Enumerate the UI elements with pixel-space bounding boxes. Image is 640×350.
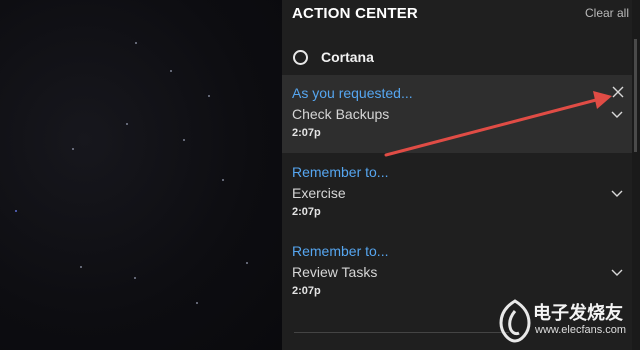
notification-time: 2:07p [292, 127, 321, 139]
star [126, 123, 128, 125]
notification-item[interactable]: Remember to... Exercise 2:07p [282, 154, 632, 232]
notification-item[interactable]: As you requested... Check Backups 2:07p [282, 75, 632, 153]
star [134, 277, 136, 279]
group-label: Cortana [321, 49, 374, 65]
chevron-down-icon[interactable] [610, 267, 624, 277]
chevron-down-icon[interactable] [610, 109, 624, 119]
star [72, 148, 74, 150]
notification-time: 2:07p [292, 206, 321, 218]
star [208, 95, 210, 97]
cortana-circle-icon [293, 49, 308, 65]
notification-title: Remember to... [292, 243, 389, 259]
watermark-url: www.elecfans.com [535, 324, 627, 336]
star [183, 139, 185, 141]
notification-body: Review Tasks [292, 264, 378, 280]
dismiss-notification-button[interactable] [612, 86, 624, 98]
chevron-down-icon[interactable] [610, 188, 624, 198]
watermark-chinese-text: 电子发烧友 [533, 303, 623, 324]
scrollbar-thumb[interactable] [634, 39, 637, 152]
star [135, 42, 137, 44]
star [196, 302, 198, 304]
notification-body: Exercise [292, 185, 346, 201]
clear-all-button[interactable]: Clear all [585, 6, 629, 20]
star [15, 210, 17, 212]
star [170, 70, 172, 72]
cortana-group-header[interactable]: Cortana [293, 46, 374, 68]
watermark: 电子发烧友 www.elecfans.com [491, 297, 637, 345]
notification-time: 2:07p [292, 285, 321, 297]
elecfans-logo-icon [499, 299, 531, 343]
star [80, 266, 82, 268]
star [246, 262, 248, 264]
panel-title: ACTION CENTER [292, 5, 418, 22]
divider [294, 332, 509, 333]
star [222, 179, 224, 181]
notification-title: Remember to... [292, 164, 389, 180]
desktop-background [0, 0, 282, 350]
notification-body: Check Backups [292, 106, 390, 122]
notification-title: As you requested... [292, 85, 413, 101]
